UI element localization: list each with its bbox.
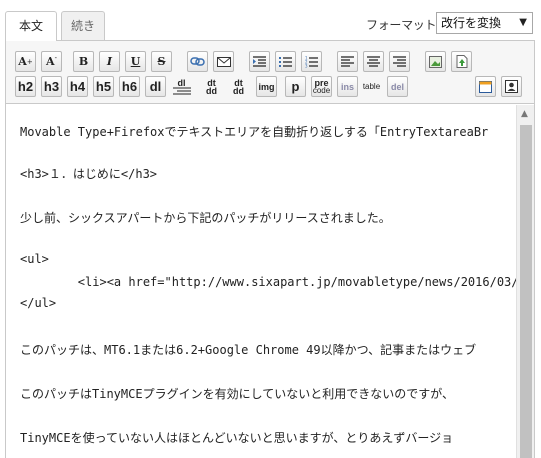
dl-list-label: dl xyxy=(177,77,186,88)
editor-tabs: 本文 続き フォーマット: 改行を変換 ▼ xyxy=(0,0,541,41)
align-left-button[interactable] xyxy=(337,51,358,72)
format-select[interactable]: 改行を変換 ▼ xyxy=(436,12,533,34)
heading-h6-button[interactable]: h6 xyxy=(119,76,140,97)
paragraph-button[interactable]: p xyxy=(285,76,306,97)
h2-label: h2 xyxy=(17,79,34,94)
heading-h2-button[interactable]: h2 xyxy=(15,76,36,97)
window-icon xyxy=(479,81,492,93)
text-line: </ul> xyxy=(20,296,57,310)
bold-button[interactable]: B xyxy=(73,51,94,72)
link-button[interactable] xyxy=(187,51,208,72)
scroll-up-arrow-icon[interactable]: ▲ xyxy=(521,109,528,119)
rich-text-editor: A + A- B I U S 123 h2 h3 h4 h5 h6 dl dl … xyxy=(5,40,535,458)
italic-label: I xyxy=(106,55,113,68)
align-left-icon xyxy=(341,55,354,67)
insert-image-button[interactable] xyxy=(425,51,446,72)
pre-code-button[interactable]: pre code xyxy=(311,76,332,97)
align-center-icon xyxy=(367,55,380,67)
font-size-increase-button[interactable]: A + xyxy=(15,51,36,72)
del-label: del xyxy=(390,81,404,92)
heading-h5-button[interactable]: h5 xyxy=(93,76,114,97)
text-line: <h3>１．はじめに</h3> xyxy=(20,167,158,181)
h3-label: h3 xyxy=(43,79,60,94)
email-link-button[interactable] xyxy=(213,51,234,72)
tab-body[interactable]: 本文 xyxy=(5,11,57,41)
image-icon xyxy=(429,55,442,68)
del-button[interactable]: del xyxy=(387,76,408,97)
preview-button[interactable] xyxy=(475,76,496,97)
italic-button[interactable]: I xyxy=(99,51,120,72)
font-decrease-label: A xyxy=(46,55,55,68)
ordered-list-button[interactable]: 123 xyxy=(301,51,322,72)
code-label: code xyxy=(312,85,331,95)
vertical-scrollbar[interactable]: ▲ xyxy=(516,105,534,458)
h5-label: h5 xyxy=(95,79,112,94)
text-line: このパッチはTinyMCEプラグインを有効にしていないと利用できないのですが、 xyxy=(20,387,454,401)
underline-label: U xyxy=(130,55,141,68)
dl-label: dl xyxy=(149,79,162,94)
text-line: このパッチは、MT6.1または6.2+Google Chrome 49以降かつ、… xyxy=(20,343,477,357)
dtdd-label-b: dd xyxy=(233,85,244,96)
dl-list-button[interactable]: dl xyxy=(171,76,192,97)
indent-button[interactable] xyxy=(249,51,270,72)
align-center-button[interactable] xyxy=(363,51,384,72)
font-size-decrease-button[interactable]: A- xyxy=(41,51,62,72)
align-right-icon xyxy=(393,55,406,67)
fullscreen-button[interactable] xyxy=(501,76,522,97)
editor-toolbar: A + A- B I U S 123 h2 h3 h4 h5 h6 dl dl … xyxy=(6,41,534,104)
indent-icon xyxy=(253,55,266,67)
link-icon xyxy=(190,57,205,66)
insert-file-button[interactable] xyxy=(451,51,472,72)
dl-list-lines-icon xyxy=(172,87,191,94)
heading-h3-button[interactable]: h3 xyxy=(41,76,62,97)
align-right-button[interactable] xyxy=(389,51,410,72)
entry-textarea[interactable]: Movable Type+Firefoxでテキストエリアを自動折り返しする「En… xyxy=(6,105,516,458)
dt-dd-label-b: dd xyxy=(206,85,217,96)
text-line: <ul> xyxy=(20,252,49,266)
table-label: table xyxy=(362,82,381,91)
table-button[interactable]: table xyxy=(361,76,382,97)
chevron-down-icon: ▼ xyxy=(519,17,527,28)
h6-label: h6 xyxy=(121,79,138,94)
tab-extended[interactable]: 続き xyxy=(61,11,105,40)
envelope-icon xyxy=(216,56,231,67)
scrollbar-thumb[interactable] xyxy=(520,125,532,458)
strike-label: S xyxy=(157,55,166,68)
text-line: Movable Type+Firefoxでテキストエリアを自動折り返しする「En… xyxy=(20,125,489,139)
heading-h4-button[interactable]: h4 xyxy=(67,76,88,97)
numbered-list-icon: 123 xyxy=(305,56,318,68)
svg-text:3: 3 xyxy=(305,63,308,68)
person-icon xyxy=(505,80,518,93)
font-increase-label: A xyxy=(18,55,27,68)
unordered-list-button[interactable] xyxy=(275,51,296,72)
strikethrough-button[interactable]: S xyxy=(151,51,172,72)
text-line: <li><a href="http://www.sixapart.jp/mova… xyxy=(20,275,516,289)
h4-label: h4 xyxy=(69,79,86,94)
ins-button[interactable]: ins xyxy=(337,76,358,97)
ins-label: ins xyxy=(340,81,354,92)
format-select-value: 改行を変換 xyxy=(441,16,502,30)
bold-label: B xyxy=(78,55,89,68)
p-label: p xyxy=(291,79,300,94)
file-upload-icon xyxy=(456,55,467,68)
img-label: img xyxy=(258,81,275,92)
underline-button[interactable]: U xyxy=(125,51,146,72)
dl-button[interactable]: dl xyxy=(145,76,166,97)
text-line: TinyMCEを使っていない人はほとんどいないと思いますが、とりあえずバージョ xyxy=(20,431,454,445)
dt-dd-button[interactable]: dt dd xyxy=(201,76,222,97)
text-line: 少し前、シックスアパートから下記のパッチがリリースされました。 xyxy=(20,211,391,225)
img-tag-button[interactable]: img xyxy=(256,76,277,97)
format-label: フォーマット: xyxy=(366,18,440,32)
dt-dd-pair-button[interactable]: dt dd xyxy=(228,76,249,97)
bullet-list-icon xyxy=(279,56,292,67)
